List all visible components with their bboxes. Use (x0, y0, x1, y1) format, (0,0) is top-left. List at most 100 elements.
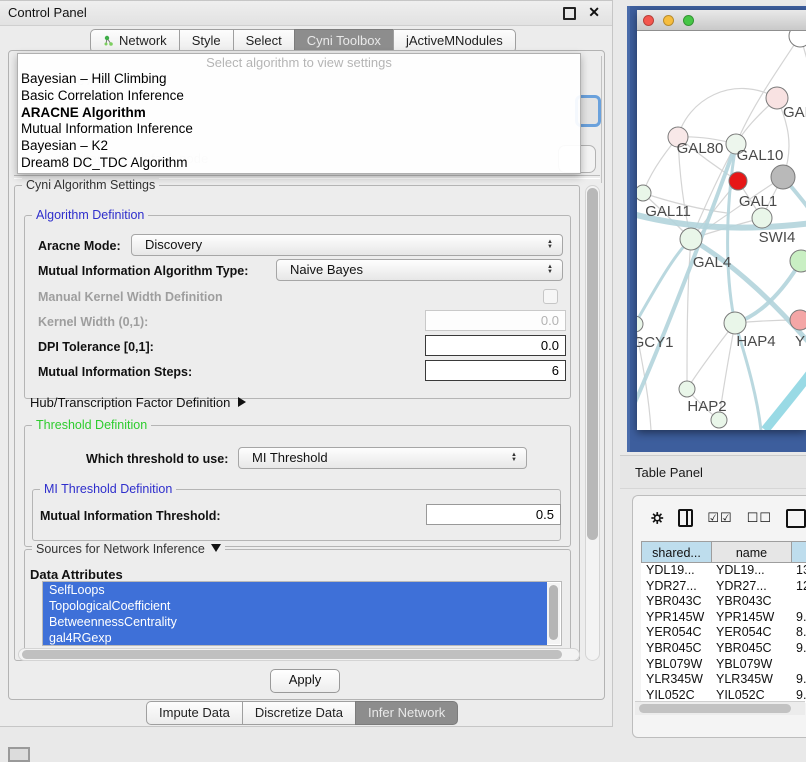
minimized-panel-icon[interactable] (8, 747, 30, 762)
tab-discretize-data[interactable]: Discretize Data (242, 701, 355, 725)
expanded-arrow-icon[interactable] (211, 544, 221, 552)
table-row[interactable]: YBL079WYBL079W (641, 657, 806, 673)
algorithm-option-dream8-dc-tdc-algorithm[interactable]: Dream8 DC_TDC Algorithm (18, 155, 580, 172)
network-node[interactable] (729, 172, 747, 190)
settings-horizontal-scrollbar[interactable] (18, 648, 580, 661)
table-horizontal-scrollbar[interactable] (635, 701, 805, 715)
list-scrollbar[interactable] (547, 583, 560, 644)
float-window-icon[interactable] (563, 7, 576, 20)
algorithm-option-mutual-information-inference[interactable]: Mutual Information Inference (18, 121, 580, 138)
threshold-definition-title: Threshold Definition (32, 418, 151, 432)
network-graph: GALGAL80GAL10GAL1GAL11SWI4GAL4GCY1HAP4YH… (637, 31, 806, 430)
table-row[interactable]: YBR043CYBR043C (641, 594, 806, 610)
table-cell (791, 594, 806, 610)
table-row[interactable]: YPR145WYPR145W9. (641, 610, 806, 626)
table-cell: YBR045C (641, 641, 711, 657)
table-cell: YER054C (641, 625, 711, 641)
close-icon[interactable]: ✕ (588, 4, 600, 21)
zoom-traffic-light[interactable] (683, 15, 694, 26)
network-node-gal1[interactable] (752, 208, 772, 228)
dpi-tolerance-label: DPI Tolerance [0,1]: (38, 340, 154, 354)
table-row[interactable]: YLR345WYLR345W9. (641, 672, 806, 688)
cyni-settings-group-title: Cyni Algorithm Settings (22, 178, 159, 192)
network-node[interactable] (789, 31, 806, 47)
table-row[interactable]: YER054CYER054C8. (641, 625, 806, 641)
network-canvas[interactable]: GALGAL80GAL10GAL1GAL11SWI4GAL4GCY1HAP4YH… (637, 31, 806, 430)
control-panel-window: Control Panel ✕ NetworkStyleSelectCyni T… (0, 0, 613, 727)
table-cell: 9. (791, 610, 806, 626)
mi-algorithm-type-value: Naive Bayes (290, 262, 363, 277)
network-node-gal11[interactable] (637, 185, 651, 201)
algorithm-option-basic-correlation-inference[interactable]: Basic Correlation Inference (18, 88, 580, 105)
hub-definition-label: Hub/Transcription Factor Definition (30, 395, 230, 410)
table-cell: YLR345W (711, 672, 791, 688)
network-edge[interactable] (736, 36, 800, 144)
network-node-gal4[interactable] (680, 228, 702, 250)
screen: Control Panel ✕ NetworkStyleSelectCyni T… (0, 0, 806, 762)
hub-definition-expander[interactable]: Hub/Transcription Factor Definition (30, 395, 246, 410)
attribute-selfloops[interactable]: SelfLoops (43, 582, 547, 598)
network-node-y[interactable] (790, 310, 806, 330)
table-cell: YBL079W (641, 657, 711, 673)
manual-kernel-width-checkbox[interactable] (543, 289, 558, 304)
table-cell: YDL19... (711, 563, 791, 579)
minimize-traffic-light[interactable] (663, 15, 674, 26)
table-cell: YBR043C (711, 594, 791, 610)
column-header-shared[interactable]: shared... (641, 541, 711, 563)
network-node-hap2[interactable] (679, 381, 695, 397)
gear-icon[interactable] (651, 509, 664, 527)
network-icon (103, 35, 115, 47)
network-edge-thick[interactable] (728, 144, 736, 323)
network-node[interactable] (771, 165, 795, 189)
table-row[interactable]: YDL19...YDL19...13 (641, 563, 806, 579)
tab-infer-network[interactable]: Infer Network (355, 701, 458, 725)
deselect-all-checkboxes-icon[interactable]: ☐☐ (747, 510, 772, 526)
column-header-name[interactable]: name (711, 541, 791, 563)
combo-spinner-icon: ▲▼ (511, 448, 517, 468)
network-node[interactable] (711, 412, 727, 428)
table-row[interactable]: YBR045CYBR045C9. (641, 641, 806, 657)
algorithm-option-bayesian-k2[interactable]: Bayesian – K2 (18, 138, 580, 155)
data-attributes-list[interactable]: SelfLoopsTopologicalCoefficientBetweenne… (42, 581, 562, 646)
mi-algorithm-type-combobox[interactable]: Naive Bayes ▲▼ (276, 259, 563, 281)
network-node-hap4[interactable] (724, 312, 746, 334)
apply-button[interactable]: Apply (270, 669, 340, 693)
network-window-frame: GALGAL80GAL10GAL1GAL11SWI4GAL4GCY1HAP4YH… (627, 6, 806, 452)
mi-threshold-input[interactable]: 0.5 (426, 504, 561, 525)
network-edge[interactable] (687, 323, 735, 389)
table-cell: 9. (791, 641, 806, 657)
which-threshold-value: MI Threshold (252, 450, 328, 465)
column-header-a[interactable]: A (791, 541, 806, 563)
kernel-width-label: Kernel Width (0,1): (38, 315, 148, 329)
node-label-gal1: GAL1 (739, 193, 777, 210)
network-node-swi4[interactable] (790, 250, 806, 272)
attribute-betweennesscentrality[interactable]: BetweennessCentrality (43, 614, 547, 630)
close-traffic-light[interactable] (643, 15, 654, 26)
mi-steps-input[interactable]: 6 (425, 360, 566, 381)
attribute-topologicalcoefficient[interactable]: TopologicalCoefficient (43, 598, 547, 614)
table-cell: YPR145W (711, 610, 791, 626)
table-row[interactable]: YDR27...YDR27...12 (641, 579, 806, 595)
tab-impute-data[interactable]: Impute Data (146, 701, 242, 725)
tab-infer-network-label: Infer Network (368, 705, 445, 720)
table-function-icon[interactable] (786, 509, 806, 528)
node-label-gcy1: GCY1 (637, 334, 673, 351)
network-edge-thick[interactable] (735, 261, 801, 323)
attribute-gal4rgexp[interactable]: gal4RGexp (43, 630, 547, 646)
algorithm-option-bayesian-hill-climbing[interactable]: Bayesian – Hill Climbing (18, 71, 580, 88)
table-cell: YBL079W (711, 657, 791, 673)
tab-style-label: Style (192, 33, 221, 48)
kernel-width-input[interactable]: 0.0 (425, 310, 566, 331)
column-visibility-icon[interactable] (678, 509, 694, 527)
node-table: shared...nameA YDL19...YDL19...13YDR27..… (641, 541, 806, 703)
aracne-mode-combobox[interactable]: Discovery ▲▼ (131, 234, 563, 256)
algorithm-definition-title: Algorithm Definition (32, 208, 148, 222)
network-node-gcy1[interactable] (637, 316, 643, 332)
which-threshold-combobox[interactable]: MI Threshold ▲▼ (238, 447, 527, 469)
algorithm-option-aracne-algorithm[interactable]: ARACNE Algorithm (18, 105, 580, 122)
dpi-tolerance-input[interactable]: 0.0 (425, 335, 566, 356)
tab-network-label: Network (119, 33, 167, 48)
select-all-checkboxes-icon[interactable]: ☑☑ (707, 510, 732, 526)
settings-vertical-scrollbar[interactable] (585, 185, 600, 661)
network-edge-thick[interactable] (765, 371, 806, 430)
